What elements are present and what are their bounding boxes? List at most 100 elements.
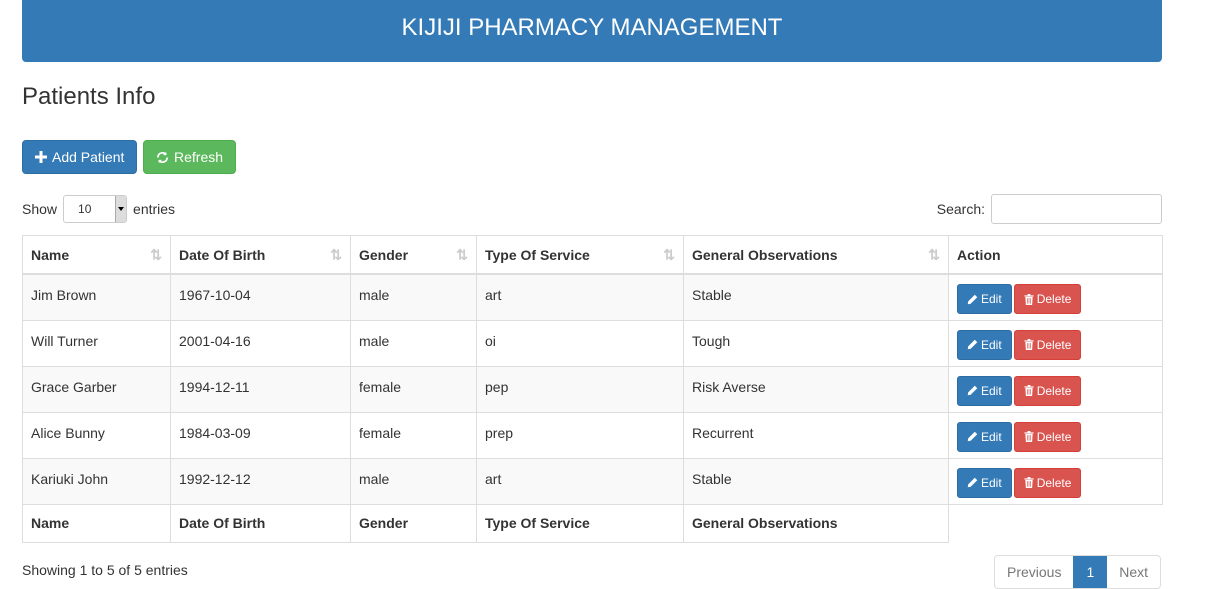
next-button[interactable]: Next	[1107, 556, 1160, 588]
delete-label: Delete	[1036, 475, 1072, 490]
trash-icon	[1024, 293, 1034, 305]
delete-button[interactable]: Delete	[1013, 421, 1082, 452]
cell-dob: 2001-04-16	[170, 319, 351, 367]
page-title: Patients Info	[22, 83, 156, 110]
footer-gender: Gender	[350, 503, 477, 543]
cell-dob: 1984-03-09	[170, 411, 351, 459]
pencil-icon	[967, 294, 978, 304]
table-info: Showing 1 to 5 of 5 entries	[22, 562, 188, 578]
refresh-icon	[157, 151, 168, 163]
table-row: Jim Brown 1967-10-04 male art Stable Edit Dele…	[22, 273, 1163, 321]
cell-name: Grace Garber	[22, 365, 171, 413]
refresh-button[interactable]: Refresh	[143, 140, 237, 174]
trash-icon	[1024, 385, 1034, 396]
edit-button[interactable]: Edit	[957, 467, 1012, 498]
cell-name: Jim Brown	[22, 273, 171, 321]
edit-button[interactable]: Edit	[957, 329, 1012, 360]
show-label: Show	[22, 201, 58, 217]
footer-observations: General Observations	[683, 503, 949, 543]
cell-gender: female	[350, 365, 477, 413]
cell-observations: Stable	[683, 273, 949, 321]
edit-label: Edit	[981, 337, 1002, 352]
delete-label: Delete	[1036, 429, 1072, 444]
footer-dob: Date Of Birth	[170, 503, 351, 543]
column-header-service[interactable]: Type Of Service ⇅	[476, 235, 684, 275]
sort-icon: ⇅	[150, 246, 162, 262]
footer-action	[948, 503, 1163, 542]
chevron-down-icon	[115, 196, 127, 222]
edit-label: Edit	[981, 292, 1002, 306]
cell-dob: 1994-12-11	[170, 365, 351, 413]
footer-service: Type Of Service	[476, 503, 684, 543]
cell-service: art	[476, 273, 684, 321]
entries-select-value: 10	[78, 202, 92, 216]
cell-action: Edit Delete	[948, 457, 1163, 505]
pencil-icon	[967, 431, 978, 442]
pencil-icon	[967, 477, 978, 488]
footer-name: Name	[22, 503, 171, 543]
cell-name: Will Turner	[22, 319, 171, 367]
cell-observations: Recurrent	[683, 411, 949, 459]
delete-label: Delete	[1036, 337, 1072, 352]
search-label: Search:	[936, 201, 985, 217]
cell-action: Edit Delete	[948, 365, 1163, 413]
cell-observations: Risk Averse	[683, 365, 949, 413]
edit-button[interactable]: Edit	[957, 284, 1012, 314]
cell-action: Edit Delete	[948, 273, 1163, 321]
sort-icon: ⇅	[663, 246, 675, 262]
cell-name: Alice Bunny	[22, 411, 171, 459]
delete-button[interactable]: Delete	[1013, 375, 1082, 406]
app-header: KIJIJI PHARMACY MANAGEMENT	[22, 0, 1162, 62]
column-header-name[interactable]: Name ⇅	[22, 235, 171, 275]
table-row: Kariuki John 1992-12-12 male art Stable Edit D…	[22, 457, 1163, 505]
trash-icon	[1024, 477, 1034, 488]
add-patient-button[interactable]: Add Patient	[22, 140, 138, 174]
delete-label: Delete	[1036, 383, 1072, 398]
table-row: Alice Bunny 1984-03-09 female prep Recurrent…	[22, 411, 1163, 459]
entries-label: entries	[133, 201, 176, 217]
cell-gender: male	[350, 457, 477, 505]
pagination: Previous 1 Next	[994, 555, 1162, 589]
sort-icon: ⇅	[928, 246, 940, 262]
sort-icon: ⇅	[330, 246, 342, 262]
entries-select[interactable]: 10	[63, 195, 128, 223]
cell-service: prep	[476, 411, 684, 459]
search-input[interactable]	[991, 194, 1162, 224]
edit-button[interactable]: Edit	[957, 375, 1012, 406]
cell-gender: male	[350, 273, 477, 321]
page-1-button[interactable]: 1	[1073, 556, 1108, 588]
cell-service: art	[476, 457, 684, 505]
search-control: Search:	[937, 194, 1162, 224]
column-header-action: Action	[948, 235, 1163, 275]
edit-label: Edit	[981, 383, 1002, 398]
edit-label: Edit	[981, 429, 1002, 444]
delete-button[interactable]: Delete	[1013, 284, 1082, 314]
cell-gender: female	[350, 411, 477, 459]
cell-name: Kariuki John	[22, 457, 171, 505]
column-header-dob[interactable]: Date Of Birth ⇅	[170, 235, 351, 275]
delete-button[interactable]: Delete	[1013, 467, 1082, 498]
column-header-gender[interactable]: Gender ⇅	[350, 235, 477, 275]
trash-icon	[1024, 339, 1034, 350]
app-title: KIJIJI PHARMACY MANAGEMENT	[401, 14, 783, 41]
add-patient-label: Add Patient	[52, 149, 125, 165]
trash-icon	[1024, 431, 1034, 442]
column-header-observations[interactable]: General Observations ⇅	[683, 235, 949, 275]
length-control: Show 10 entries	[22, 194, 175, 224]
cell-gender: male	[350, 319, 477, 367]
cell-action: Edit Delete	[948, 411, 1163, 459]
table-footer-row: Name Date Of Birth Gender Type Of Servic…	[22, 503, 1163, 543]
cell-action: Edit Delete	[948, 319, 1163, 367]
patients-table: Name ⇅ Date Of Birth ⇅ Gender ⇅ Type Of Ser…	[22, 235, 1163, 543]
edit-button[interactable]: Edit	[957, 421, 1012, 452]
delete-button[interactable]: Delete	[1013, 329, 1082, 360]
cell-dob: 1992-12-12	[170, 457, 351, 505]
cell-service: pep	[476, 365, 684, 413]
refresh-label: Refresh	[174, 149, 224, 165]
cell-service: oi	[476, 319, 684, 367]
table-header-row: Name ⇅ Date Of Birth ⇅ Gender ⇅ Type Of Ser…	[22, 235, 1163, 275]
previous-button[interactable]: Previous	[995, 556, 1073, 588]
delete-label: Delete	[1036, 292, 1072, 306]
sort-icon: ⇅	[456, 246, 468, 262]
edit-label: Edit	[981, 475, 1002, 490]
